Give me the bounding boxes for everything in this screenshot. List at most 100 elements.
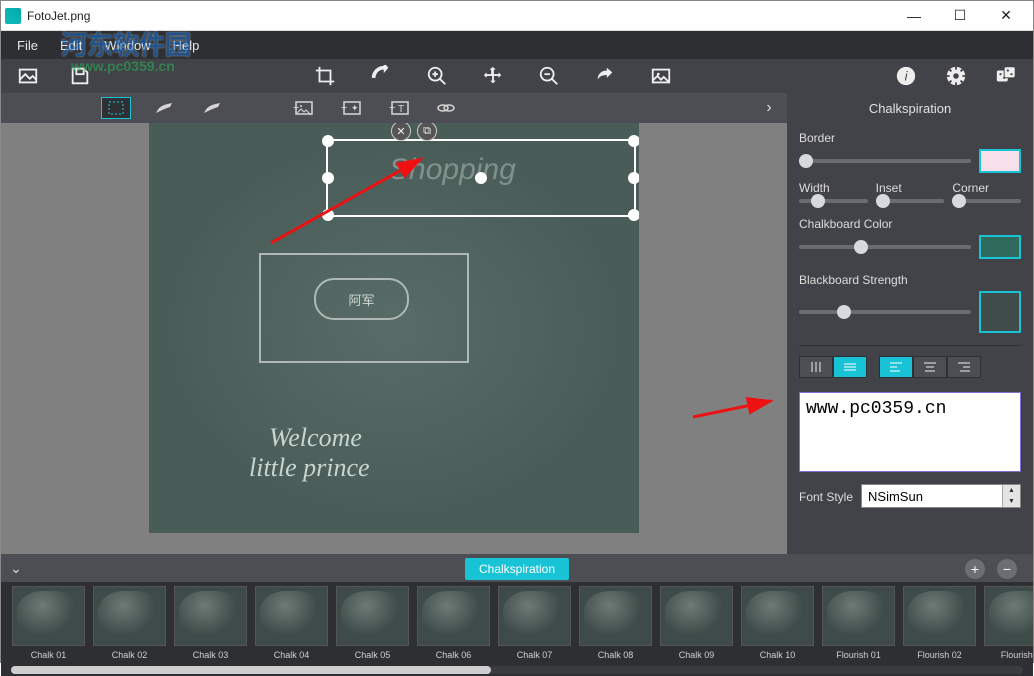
panel-title: Chalkspiration (787, 93, 1033, 123)
preset-thumb[interactable]: Flourish 0 (983, 586, 1033, 664)
add-effect-icon[interactable]: +✦ (335, 97, 365, 119)
menu-window[interactable]: Window (96, 36, 158, 55)
corner-label: Corner (952, 181, 1021, 195)
text-selection-box[interactable]: ✕ ⧉ (326, 139, 636, 217)
border-slider[interactable] (799, 159, 971, 163)
brush-tool-1[interactable] (149, 97, 179, 119)
maximize-button[interactable]: ☐ (937, 1, 983, 31)
inset-slider[interactable] (876, 199, 945, 203)
align-center-button[interactable] (913, 356, 947, 378)
preset-thumb-image (255, 586, 328, 646)
pan-icon[interactable] (480, 63, 506, 89)
add-image-icon[interactable]: + (287, 97, 317, 119)
preset-thumb[interactable]: Chalk 06 (416, 586, 491, 664)
link-icon[interactable] (431, 97, 461, 119)
menu-help[interactable]: Help (165, 36, 208, 55)
fit-screen-icon[interactable] (648, 63, 674, 89)
preset-thumb[interactable]: Chalk 04 (254, 586, 329, 664)
border-label: Border (799, 131, 1021, 145)
zoom-out-icon[interactable] (536, 63, 562, 89)
handle-bl[interactable] (322, 209, 334, 221)
preset-thumb-label: Chalk 06 (436, 650, 472, 660)
minimize-button[interactable]: — (891, 1, 937, 31)
preset-add-button[interactable]: + (965, 559, 985, 579)
selection-delete-icon[interactable]: ✕ (391, 123, 411, 141)
preset-thumb[interactable]: Chalk 02 (92, 586, 167, 664)
preset-thumb[interactable]: Chalk 10 (740, 586, 815, 664)
handle-tl[interactable] (322, 135, 334, 147)
rotate-icon[interactable] (368, 63, 394, 89)
preset-thumb-label: Flourish 02 (917, 650, 962, 660)
chalk-text-1: Welcome (269, 423, 362, 453)
preset-category-tag[interactable]: Chalkspiration (465, 558, 569, 580)
svg-text:+: + (389, 102, 395, 114)
blackboard-strength-slider[interactable] (799, 310, 971, 314)
add-text-icon[interactable]: +T (383, 97, 413, 119)
preset-thumb-label: Chalk 09 (679, 650, 715, 660)
strip-collapse-icon[interactable]: ⌄ (1, 560, 31, 577)
thumbnails-scrollbar[interactable] (1, 664, 1033, 676)
canvas[interactable]: 阿军 Welcome little prince Shopping ✕ ⧉ (149, 123, 639, 533)
preset-thumb[interactable]: Flourish 01 (821, 586, 896, 664)
align-left-button[interactable] (879, 356, 913, 378)
title-bar: FotoJet.png — ☐ ✕ (1, 1, 1033, 31)
chalk-text-2: little prince (249, 453, 370, 483)
font-style-value: NSimSun (868, 489, 923, 504)
preset-thumb[interactable]: Chalk 09 (659, 586, 734, 664)
text-input[interactable] (799, 392, 1021, 472)
info-icon[interactable]: i (893, 63, 919, 89)
svg-text:T: T (398, 104, 404, 115)
save-icon[interactable] (67, 63, 93, 89)
scrollbar-thumb[interactable] (11, 666, 491, 674)
preset-thumb-image (660, 586, 733, 646)
handle-mr[interactable] (628, 172, 639, 184)
crop-icon[interactable] (312, 63, 338, 89)
selection-copy-icon[interactable]: ⧉ (417, 123, 437, 141)
chalkboard-color-swatch[interactable] (979, 235, 1021, 259)
menu-file[interactable]: File (9, 36, 46, 55)
svg-text:+: + (341, 102, 347, 114)
preset-thumb[interactable]: Chalk 08 (578, 586, 653, 664)
handle-tr[interactable] (628, 135, 639, 147)
preset-thumb[interactable]: Flourish 02 (902, 586, 977, 664)
chalkboard-color-slider[interactable] (799, 245, 971, 249)
align-right-button[interactable] (947, 356, 981, 378)
handle-br[interactable] (628, 209, 639, 221)
blackboard-texture-swatch[interactable] (979, 291, 1021, 333)
orientation-vertical-button[interactable] (799, 356, 833, 378)
zoom-in-icon[interactable] (424, 63, 450, 89)
preset-thumb[interactable]: Chalk 03 (173, 586, 248, 664)
font-style-spinner[interactable]: ▲▼ (1002, 485, 1020, 507)
annotation-arrow-2 (689, 395, 779, 425)
width-slider[interactable] (799, 199, 868, 203)
preset-thumbnails[interactable]: Chalk 01 Chalk 02 Chalk 03 Chalk 04Chalk 05… (1, 582, 1033, 664)
settings-icon[interactable] (943, 63, 969, 89)
preset-remove-button[interactable]: − (997, 559, 1017, 579)
font-style-select[interactable]: NSimSun ▲▼ (861, 484, 1021, 508)
handle-ml[interactable] (322, 172, 334, 184)
canvas-area[interactable]: 阿军 Welcome little prince Shopping ✕ ⧉ (1, 123, 787, 554)
preset-strip-header: ⌄ Chalkspiration + − (1, 554, 1033, 582)
preset-thumb-label: Chalk 01 (31, 650, 67, 660)
redo-icon[interactable] (592, 63, 618, 89)
open-image-icon[interactable] (15, 63, 41, 89)
panel-collapse-icon[interactable]: › (751, 93, 787, 123)
brush-tool-2[interactable] (197, 97, 227, 119)
preset-thumb-label: Chalk 03 (193, 650, 229, 660)
preset-thumb[interactable]: Chalk 01 (11, 586, 86, 664)
handle-center[interactable] (475, 172, 487, 184)
preset-thumb-image (579, 586, 652, 646)
close-button[interactable]: ✕ (983, 1, 1029, 31)
menu-edit[interactable]: Edit (52, 36, 90, 55)
select-tool[interactable] (101, 97, 131, 119)
corner-slider[interactable] (952, 199, 1021, 203)
preset-thumb-image (498, 586, 571, 646)
dice-icon[interactable] (993, 63, 1019, 89)
preset-thumb[interactable]: Chalk 05 (335, 586, 410, 664)
svg-text:✦: ✦ (351, 103, 359, 113)
blackboard-strength-label: Blackboard Strength (799, 273, 1021, 287)
preset-thumb[interactable]: Chalk 07 (497, 586, 572, 664)
preset-thumb-image (822, 586, 895, 646)
orientation-horizontal-button[interactable] (833, 356, 867, 378)
border-color-swatch[interactable] (979, 149, 1021, 173)
